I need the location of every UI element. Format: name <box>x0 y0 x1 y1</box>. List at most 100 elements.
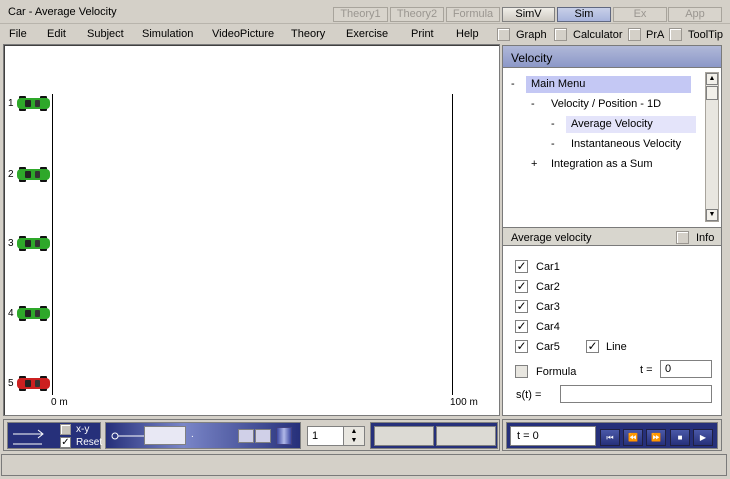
menu-theory[interactable]: Theory <box>291 28 325 40</box>
zoom-cell-1[interactable] <box>238 429 254 443</box>
car-3-icon[interactable] <box>16 235 51 252</box>
car-2-icon[interactable] <box>16 166 51 183</box>
reset-label[interactable]: Reset <box>76 437 102 448</box>
tree-item-integration-as-a-sum[interactable]: Integration as a Sum <box>546 156 658 173</box>
title-bar: Car - Average Velocity Theory1 Theory2 For… <box>0 0 730 24</box>
velocity-panel-title: Velocity <box>511 51 553 65</box>
car-4-icon[interactable] <box>16 305 51 322</box>
tree-expander-4[interactable]: - <box>551 138 555 150</box>
tab-app[interactable]: App <box>668 7 722 22</box>
scroll-down-icon[interactable]: ▼ <box>706 209 718 221</box>
menu-file[interactable]: File <box>9 28 27 40</box>
car-number-3: 3 <box>8 238 14 249</box>
car-number-5: 5 <box>8 378 14 389</box>
tree-expander-5[interactable]: + <box>531 158 537 170</box>
info-checkbox[interactable] <box>676 231 689 244</box>
tree-expander-2[interactable]: - <box>531 98 535 110</box>
car-number-4: 4 <box>8 308 14 319</box>
line-label[interactable]: Line <box>606 341 627 353</box>
car-1-icon[interactable] <box>16 95 51 112</box>
line-checkbox[interactable]: ✓ <box>586 340 599 353</box>
control-strip-left: x-y ✓ Reset . 1 ▲ ▼ <box>3 419 500 451</box>
tree-item-average-velocity[interactable]: Average Velocity <box>566 116 696 133</box>
zoom-slider-dot: . <box>191 429 194 440</box>
formula-label[interactable]: Formula <box>536 366 576 378</box>
calculator-toggle-checkbox[interactable] <box>554 28 567 41</box>
car1-checkbox[interactable]: ✓ <box>515 260 528 273</box>
tab-sim[interactable]: Sim <box>557 7 611 22</box>
pra-toggle-checkbox[interactable] <box>628 28 641 41</box>
tree-scrollbar[interactable]: ▲ ▼ <box>705 72 719 222</box>
tree-expander-3[interactable]: - <box>551 118 555 130</box>
graph-toggle-label[interactable]: Graph <box>516 29 547 41</box>
tree-item-velocity-position-1d[interactable]: Velocity / Position - 1D <box>546 96 666 113</box>
zoom-cell-2[interactable] <box>255 429 271 443</box>
velocity-panel-header: Velocity <box>503 46 721 68</box>
xy-checkbox[interactable] <box>60 424 71 435</box>
menu-exercise[interactable]: Exercise <box>346 28 388 40</box>
view-options-box: x-y ✓ Reset <box>7 422 102 449</box>
car2-checkbox[interactable]: ✓ <box>515 280 528 293</box>
car-5-icon[interactable] <box>16 375 51 392</box>
start-line <box>52 94 53 395</box>
window-title: Car - Average Velocity <box>8 6 117 18</box>
stop-button[interactable]: ■ <box>670 429 690 446</box>
car5-label[interactable]: Car5 <box>536 341 560 353</box>
scroll-up-icon[interactable]: ▲ <box>706 73 718 85</box>
menu-videopicture[interactable]: VideoPicture <box>212 28 274 40</box>
tab-formula[interactable]: Formula <box>446 7 500 22</box>
simulation-canvas[interactable]: 0 m 100 m 1 2 3 4 5 <box>3 44 500 416</box>
step-input[interactable]: 1 <box>307 426 347 446</box>
time-display: t = 0 <box>510 426 596 446</box>
car5-checkbox[interactable]: ✓ <box>515 340 528 353</box>
rewind-to-start-button[interactable]: ⏮ <box>600 429 620 446</box>
topic-tree: - Main Menu - Velocity / Position - 1D - Aver… <box>503 69 721 225</box>
car4-label[interactable]: Car4 <box>536 321 560 333</box>
readout-field-2 <box>436 426 496 446</box>
zoom-slider-box: . <box>105 422 301 449</box>
start-distance-label: 0 m <box>51 397 68 408</box>
calculator-toggle-label[interactable]: Calculator <box>573 29 623 41</box>
scroll-thumb[interactable] <box>706 86 718 100</box>
menu-subject[interactable]: Subject <box>87 28 124 40</box>
zoom-slider-icon[interactable] <box>110 430 146 442</box>
info-label[interactable]: Info <box>696 232 714 244</box>
tooltip-toggle-checkbox[interactable] <box>669 28 682 41</box>
step-forward-button[interactable]: ⏩ <box>646 429 666 446</box>
zoom-handle[interactable] <box>276 427 292 445</box>
t-input[interactable]: 0 <box>660 360 712 378</box>
readout-field-1 <box>374 426 434 446</box>
step-back-button[interactable]: ⏪ <box>623 429 643 446</box>
play-button[interactable]: ▶ <box>693 429 713 446</box>
menu-simulation[interactable]: Simulation <box>142 28 193 40</box>
formula-checkbox[interactable] <box>515 365 528 378</box>
step-spinner[interactable]: ▲ ▼ <box>343 426 365 446</box>
tab-ex[interactable]: Ex <box>613 7 667 22</box>
tree-expander-1[interactable]: - <box>511 78 515 90</box>
pra-toggle-label[interactable]: PrA <box>646 29 664 41</box>
s-of-t-input[interactable] <box>560 385 712 403</box>
tooltip-toggle-label[interactable]: ToolTip <box>688 29 723 41</box>
menu-edit[interactable]: Edit <box>47 28 66 40</box>
car-number-1: 1 <box>8 98 14 109</box>
car4-checkbox[interactable]: ✓ <box>515 320 528 333</box>
tab-simv[interactable]: SimV <box>502 7 555 22</box>
status-bar <box>1 454 727 476</box>
car1-label[interactable]: Car1 <box>536 261 560 273</box>
reset-checkbox[interactable]: ✓ <box>60 437 71 448</box>
menu-print[interactable]: Print <box>411 28 434 40</box>
t-label: t = <box>640 364 653 376</box>
right-panel: Velocity - Main Menu - Velocity / Position … <box>502 45 722 416</box>
car2-label[interactable]: Car2 <box>536 281 560 293</box>
tab-theory2[interactable]: Theory2 <box>390 7 444 22</box>
xy-label[interactable]: x-y <box>76 424 89 435</box>
menu-help[interactable]: Help <box>456 28 479 40</box>
car3-checkbox[interactable]: ✓ <box>515 300 528 313</box>
tree-item-main-menu[interactable]: Main Menu <box>526 76 691 93</box>
finish-line <box>452 94 453 395</box>
car3-label[interactable]: Car3 <box>536 301 560 313</box>
graph-toggle-checkbox[interactable] <box>497 28 510 41</box>
tab-theory1[interactable]: Theory1 <box>333 7 388 22</box>
zoom-slider-track[interactable] <box>144 426 186 445</box>
tree-item-instantaneous-velocity[interactable]: Instantaneous Velocity <box>566 136 686 153</box>
